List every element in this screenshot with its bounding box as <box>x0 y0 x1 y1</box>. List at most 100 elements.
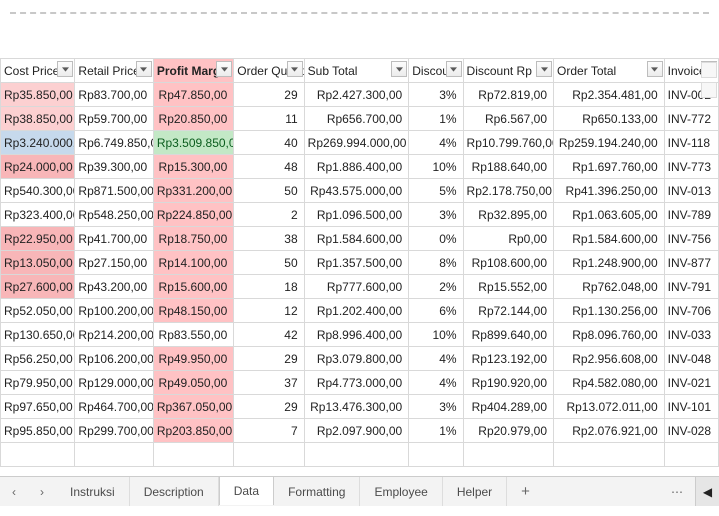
cell-retail[interactable]: Rp106.200,00 <box>75 347 153 371</box>
cell-retail[interactable]: Rp39.300,00 <box>75 155 153 179</box>
cell-discPct[interactable]: 1% <box>409 107 463 131</box>
cell-margin[interactable]: Rp224.850,00 <box>153 203 233 227</box>
cell-margin[interactable]: Rp49.950,00 <box>153 347 233 371</box>
column-header-discPct[interactable]: Discount <box>409 59 463 83</box>
cell-qty[interactable]: 37 <box>234 371 304 395</box>
cell-cost[interactable]: Rp52.050,00 <box>1 299 75 323</box>
cell-margin[interactable]: Rp47.850,00 <box>153 83 233 107</box>
cell-orderTot[interactable]: Rp8.096.760,00 <box>554 323 665 347</box>
cell-margin[interactable]: Rp18.750,00 <box>153 227 233 251</box>
cell-empty[interactable] <box>153 443 233 467</box>
cell-discPct[interactable]: 1% <box>409 419 463 443</box>
cell-subtotal[interactable]: Rp656.700,00 <box>304 107 409 131</box>
filter-dropdown-button[interactable] <box>391 61 407 77</box>
cell-subtotal[interactable]: Rp1.202.400,00 <box>304 299 409 323</box>
cell-cost[interactable]: Rp323.400,00 <box>1 203 75 227</box>
window-control[interactable] <box>701 62 717 78</box>
cell-qty[interactable]: 2 <box>234 203 304 227</box>
cell-qty[interactable]: 42 <box>234 323 304 347</box>
cell-subtotal[interactable]: Rp13.476.300,00 <box>304 395 409 419</box>
cell-subtotal[interactable]: Rp1.357.500,00 <box>304 251 409 275</box>
cell-retail[interactable]: Rp299.700,00 <box>75 419 153 443</box>
cell-subtotal[interactable]: Rp2.427.300,00 <box>304 83 409 107</box>
cell-discPct[interactable]: 10% <box>409 323 463 347</box>
cell-margin[interactable]: Rp48.150,00 <box>153 299 233 323</box>
cell-retail[interactable]: Rp214.200,00 <box>75 323 153 347</box>
cell-orderTot[interactable]: Rp4.582.080,00 <box>554 371 665 395</box>
column-header-discRp[interactable]: Discount Rp <box>463 59 554 83</box>
cell-empty[interactable] <box>304 443 409 467</box>
cell-qty[interactable]: 38 <box>234 227 304 251</box>
cell-empty[interactable] <box>409 443 463 467</box>
cell-discPct[interactable]: 3% <box>409 395 463 419</box>
cell-orderTot[interactable]: Rp1.697.760,00 <box>554 155 665 179</box>
cell-empty[interactable] <box>664 443 718 467</box>
cell-discRp[interactable]: Rp72.819,00 <box>463 83 554 107</box>
cell-retail[interactable]: Rp41.700,00 <box>75 227 153 251</box>
column-header-subtotal[interactable]: Sub Total <box>304 59 409 83</box>
cell-orderTot[interactable]: Rp1.063.605,00 <box>554 203 665 227</box>
cell-discRp[interactable]: Rp188.640,00 <box>463 155 554 179</box>
add-sheet-button[interactable]: + <box>507 477 544 506</box>
cell-discRp[interactable]: Rp123.192,00 <box>463 347 554 371</box>
filter-dropdown-button[interactable] <box>216 61 232 77</box>
cell-cost[interactable]: Rp13.050,00 <box>1 251 75 275</box>
sheet-tab-instruksi[interactable]: Instruksi <box>56 477 130 506</box>
cell-qty[interactable]: 29 <box>234 347 304 371</box>
tab-overflow-button[interactable]: ⋯ <box>659 477 695 506</box>
cell-discPct[interactable]: 3% <box>409 83 463 107</box>
cell-qty[interactable]: 11 <box>234 107 304 131</box>
cell-discRp[interactable]: Rp32.895,00 <box>463 203 554 227</box>
column-header-qty[interactable]: Order Quanti <box>234 59 304 83</box>
cell-orderTot[interactable]: Rp2.956.608,00 <box>554 347 665 371</box>
sheet-tab-employee[interactable]: Employee <box>360 477 442 506</box>
cell-orderTot[interactable]: Rp1.248.900,00 <box>554 251 665 275</box>
cell-empty[interactable] <box>463 443 554 467</box>
cell-qty[interactable]: 40 <box>234 131 304 155</box>
cell-margin[interactable]: Rp20.850,00 <box>153 107 233 131</box>
cell-orderTot[interactable]: Rp2.354.481,00 <box>554 83 665 107</box>
cell-retail[interactable]: Rp871.500,00 <box>75 179 153 203</box>
cell-discPct[interactable]: 4% <box>409 371 463 395</box>
cell-discPct[interactable]: 6% <box>409 299 463 323</box>
cell-cost[interactable]: Rp97.650,00 <box>1 395 75 419</box>
cell-subtotal[interactable]: Rp2.097.900,00 <box>304 419 409 443</box>
cell-discPct[interactable]: 10% <box>409 155 463 179</box>
tab-nav-prev[interactable]: ‹ <box>0 477 28 506</box>
cell-discRp[interactable]: Rp108.600,00 <box>463 251 554 275</box>
cell-discRp[interactable]: Rp6.567,00 <box>463 107 554 131</box>
sheet-tab-helper[interactable]: Helper <box>443 477 507 506</box>
cell-discRp[interactable]: Rp404.289,00 <box>463 395 554 419</box>
cell-cost[interactable]: Rp95.850,00 <box>1 419 75 443</box>
cell-subtotal[interactable]: Rp8.996.400,00 <box>304 323 409 347</box>
column-header-margin[interactable]: Profit Margin <box>153 59 233 83</box>
cell-retail[interactable]: Rp129.000,00 <box>75 371 153 395</box>
cell-retail[interactable]: Rp83.700,00 <box>75 83 153 107</box>
cell-margin[interactable]: Rp15.300,00 <box>153 155 233 179</box>
cell-retail[interactable]: Rp59.700,00 <box>75 107 153 131</box>
cell-qty[interactable]: 18 <box>234 275 304 299</box>
filter-dropdown-button[interactable] <box>287 61 303 77</box>
filter-dropdown-button[interactable] <box>446 61 462 77</box>
cell-margin[interactable]: Rp203.850,00 <box>153 419 233 443</box>
cell-retail[interactable]: Rp548.250,00 <box>75 203 153 227</box>
cell-retail[interactable]: Rp43.200,00 <box>75 275 153 299</box>
cell-cost[interactable]: Rp56.250,00 <box>1 347 75 371</box>
column-header-cost[interactable]: Cost Price <box>1 59 75 83</box>
cell-margin[interactable]: Rp15.600,00 <box>153 275 233 299</box>
cell-empty[interactable] <box>1 443 75 467</box>
cell-subtotal[interactable]: Rp4.773.000,00 <box>304 371 409 395</box>
cell-discPct[interactable]: 0% <box>409 227 463 251</box>
cell-orderTot[interactable]: Rp41.396.250,00 <box>554 179 665 203</box>
cell-discRp[interactable]: Rp15.552,00 <box>463 275 554 299</box>
cell-cost[interactable]: Rp38.850,00 <box>1 107 75 131</box>
window-control[interactable] <box>701 82 717 98</box>
cell-discPct[interactable]: 8% <box>409 251 463 275</box>
cell-margin[interactable]: Rp331.200,00 <box>153 179 233 203</box>
horizontal-scroll-left[interactable]: ◀ <box>695 477 719 506</box>
cell-discPct[interactable]: 3% <box>409 203 463 227</box>
cell-cost[interactable]: Rp24.000,00 <box>1 155 75 179</box>
cell-qty[interactable]: 7 <box>234 419 304 443</box>
cell-discRp[interactable]: Rp0,00 <box>463 227 554 251</box>
cell-discRp[interactable]: Rp72.144,00 <box>463 299 554 323</box>
